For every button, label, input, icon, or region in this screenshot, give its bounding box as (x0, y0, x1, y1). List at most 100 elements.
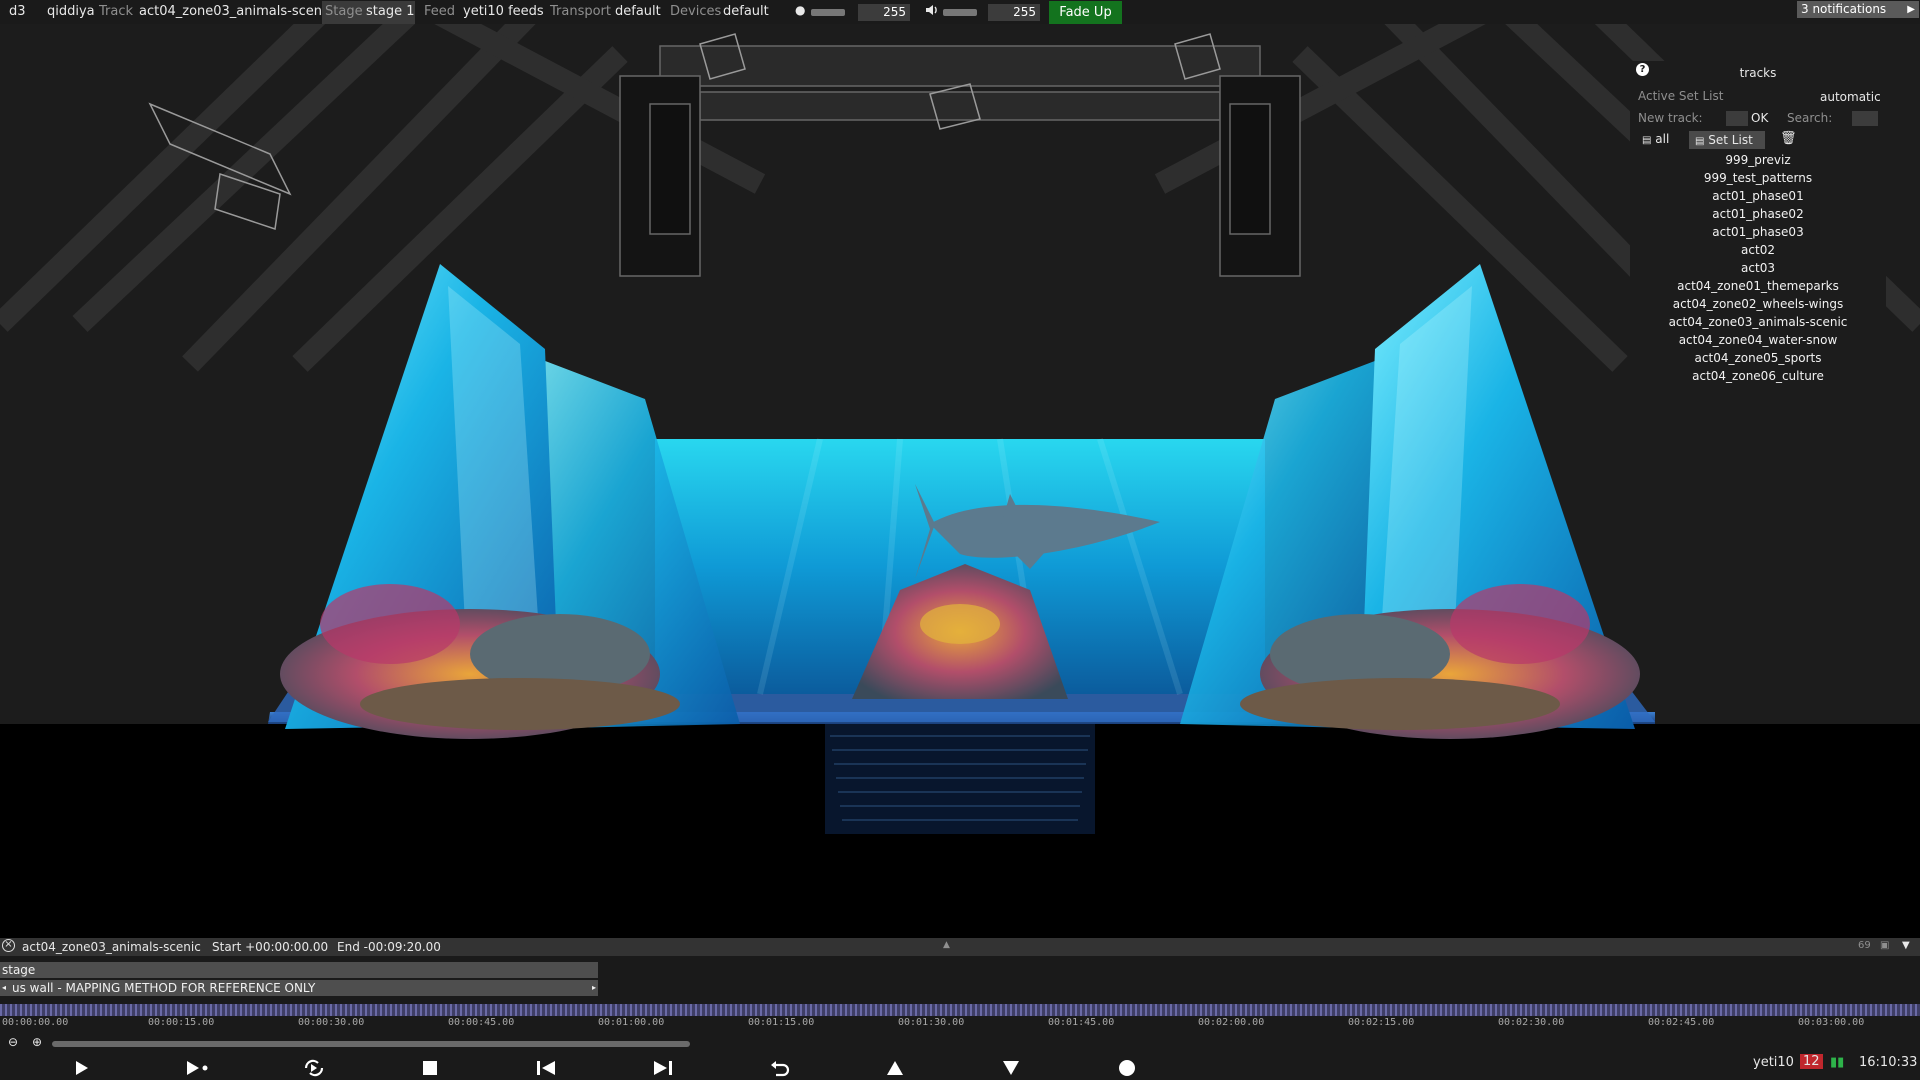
layer-us-wall[interactable]: ◂ us wall - MAPPING METHOD FOR REFERENCE… (0, 980, 598, 996)
fade-up-button[interactable]: Fade Up (1049, 1, 1122, 25)
track-list-item[interactable]: 999_test_patterns (1630, 171, 1886, 185)
timeline-panel: × act04_zone03_animals-scenic Start +00:… (0, 938, 1920, 1080)
volume-slider[interactable] (943, 9, 977, 16)
tick-label: 00:02:15.00 (1348, 1017, 1415, 1028)
feed-label: Feed (424, 4, 456, 19)
stage-selector[interactable]: stage 1 (366, 4, 415, 19)
chevron-right-icon: ▸ (591, 983, 596, 992)
tick-label: 00:01:30.00 (898, 1017, 965, 1028)
tab-set-list-label: Set List (1708, 133, 1753, 147)
resize-icon[interactable]: ▣ (1880, 940, 1889, 951)
tick-label: 00:02:30.00 (1498, 1017, 1565, 1028)
new-track-ok-button[interactable]: OK (1751, 111, 1768, 125)
timeline-ruler[interactable] (0, 1004, 1920, 1016)
search-label: Search: (1787, 111, 1833, 125)
notifications-label: 3 notifications (1801, 2, 1887, 16)
stage-label: Stage (325, 4, 363, 19)
collapse-arrow-icon[interactable]: ▲ (943, 940, 950, 950)
stop-button[interactable] (415, 1057, 445, 1079)
close-icon[interactable]: × (2, 939, 15, 952)
timeline-end[interactable]: End -00:09:20.00 (337, 940, 441, 954)
next-button[interactable] (648, 1057, 678, 1079)
tick-label: 00:00:30.00 (298, 1017, 365, 1028)
header-number: 69 (1858, 940, 1871, 951)
loop-play-button[interactable] (299, 1057, 329, 1079)
timeline-scrollbar[interactable] (52, 1041, 690, 1047)
previous-button[interactable] (531, 1057, 561, 1079)
list-icon: ▤ (1695, 136, 1705, 147)
tab-all[interactable]: ▤ all (1642, 132, 1669, 146)
new-track-input[interactable] (1726, 111, 1748, 126)
chevron-down-icon[interactable]: ▼ (1902, 940, 1910, 951)
layer-section-stage[interactable]: stage (0, 962, 598, 978)
layer-name: us wall - MAPPING METHOD FOR REFERENCE O… (12, 981, 316, 995)
track-list-item[interactable]: act03 (1630, 261, 1886, 275)
play-section-icon (187, 1061, 208, 1075)
brightness-slider[interactable] (811, 9, 845, 16)
tick-label: 00:01:00.00 (598, 1017, 665, 1028)
play-section-button[interactable] (183, 1057, 213, 1079)
track-list-item[interactable]: 999_previz (1630, 153, 1886, 167)
track-list-item[interactable]: act02 (1630, 243, 1886, 257)
zoom-out-icon[interactable]: ⊖ (8, 1035, 18, 1049)
record-icon (1119, 1060, 1135, 1076)
triangle-up-icon (887, 1061, 903, 1075)
volume-value[interactable]: 255 (988, 4, 1040, 21)
track-list-item[interactable]: act01_phase01 (1630, 189, 1886, 203)
timeline-header: × act04_zone03_animals-scenic Start +00:… (0, 938, 1920, 956)
new-track-label: New track: (1638, 111, 1703, 125)
volume-icon (924, 2, 940, 22)
triangle-down-icon (1003, 1061, 1019, 1075)
play-icon (76, 1061, 88, 1075)
tick-label: 00:01:15.00 (748, 1017, 815, 1028)
error-count-badge[interactable]: 12 (1800, 1054, 1823, 1069)
record-button[interactable] (1112, 1057, 1142, 1079)
section-up-button[interactable] (880, 1057, 910, 1079)
track-list-item[interactable]: act01_phase02 (1630, 207, 1886, 221)
stage-viewport[interactable]: ? tracks Active Set List automatic New t… (0, 24, 1920, 938)
top-bar: d3 qiddiya Track act04_zone03_animals-sc… (0, 0, 1920, 25)
track-list-item[interactable]: act04_zone05_sports (1630, 351, 1886, 365)
chevron-left-icon: ◂ (2, 983, 7, 992)
project-name[interactable]: qiddiya (47, 4, 95, 19)
app-logo[interactable]: d3 (9, 4, 26, 19)
track-list-item[interactable]: act04_zone01_themeparks (1630, 279, 1886, 293)
search-input[interactable] (1852, 111, 1878, 126)
track-list-item[interactable]: act04_zone06_culture (1630, 369, 1886, 383)
section-down-button[interactable] (996, 1057, 1026, 1079)
active-set-list-value[interactable]: automatic (1820, 90, 1881, 104)
timeline-start[interactable]: Start +00:00:00.00 (212, 940, 328, 954)
zoom-in-icon[interactable]: ⊕ (32, 1035, 42, 1049)
tick-label: 00:00:15.00 (148, 1017, 215, 1028)
clock: 16:10:33 (1859, 1055, 1918, 1070)
track-list-item[interactable]: act04_zone02_wheels-wings (1630, 297, 1886, 311)
active-set-list-label: Active Set List (1638, 89, 1724, 103)
tick-label: 00:02:00.00 (1198, 1017, 1265, 1028)
stop-icon (423, 1061, 437, 1075)
timeline-track-name: act04_zone03_animals-scenic (22, 940, 201, 954)
track-list-item[interactable]: act04_zone03_animals-scenic (1630, 315, 1886, 329)
machine-name: yeti10 (1753, 1055, 1794, 1070)
brightness-value[interactable]: 255 (858, 4, 910, 21)
track-list-item[interactable]: act01_phase03 (1630, 225, 1886, 239)
chevron-right-icon: ▶ (1907, 4, 1915, 15)
skip-forward-icon (654, 1061, 672, 1075)
list-icon: ▤ (1642, 135, 1652, 146)
brightness-icon: ● (795, 3, 806, 17)
notifications-button[interactable]: 3 notifications ▶ (1797, 1, 1919, 18)
devices-label: Devices (670, 4, 722, 19)
play-button[interactable] (66, 1057, 96, 1079)
tab-all-label: all (1655, 132, 1670, 146)
tick-label: 00:01:45.00 (1048, 1017, 1115, 1028)
panel-title: tracks (1739, 66, 1777, 80)
tab-set-list[interactable]: ▤ Set List (1689, 131, 1765, 149)
track-selector[interactable]: act04_zone03_animals-scenic (139, 4, 333, 19)
track-list-item[interactable]: act04_zone04_water-snow (1630, 333, 1886, 347)
trash-icon[interactable]: 🗑 (1780, 131, 1797, 146)
track-label: Track (99, 4, 134, 19)
feed-selector[interactable]: yeti10 feeds (463, 4, 544, 19)
devices-selector[interactable]: default (723, 4, 769, 19)
tracks-panel: ? tracks Active Set List automatic New t… (1630, 61, 1886, 387)
transport-selector[interactable]: default (615, 4, 661, 19)
return-button[interactable] (764, 1057, 794, 1079)
